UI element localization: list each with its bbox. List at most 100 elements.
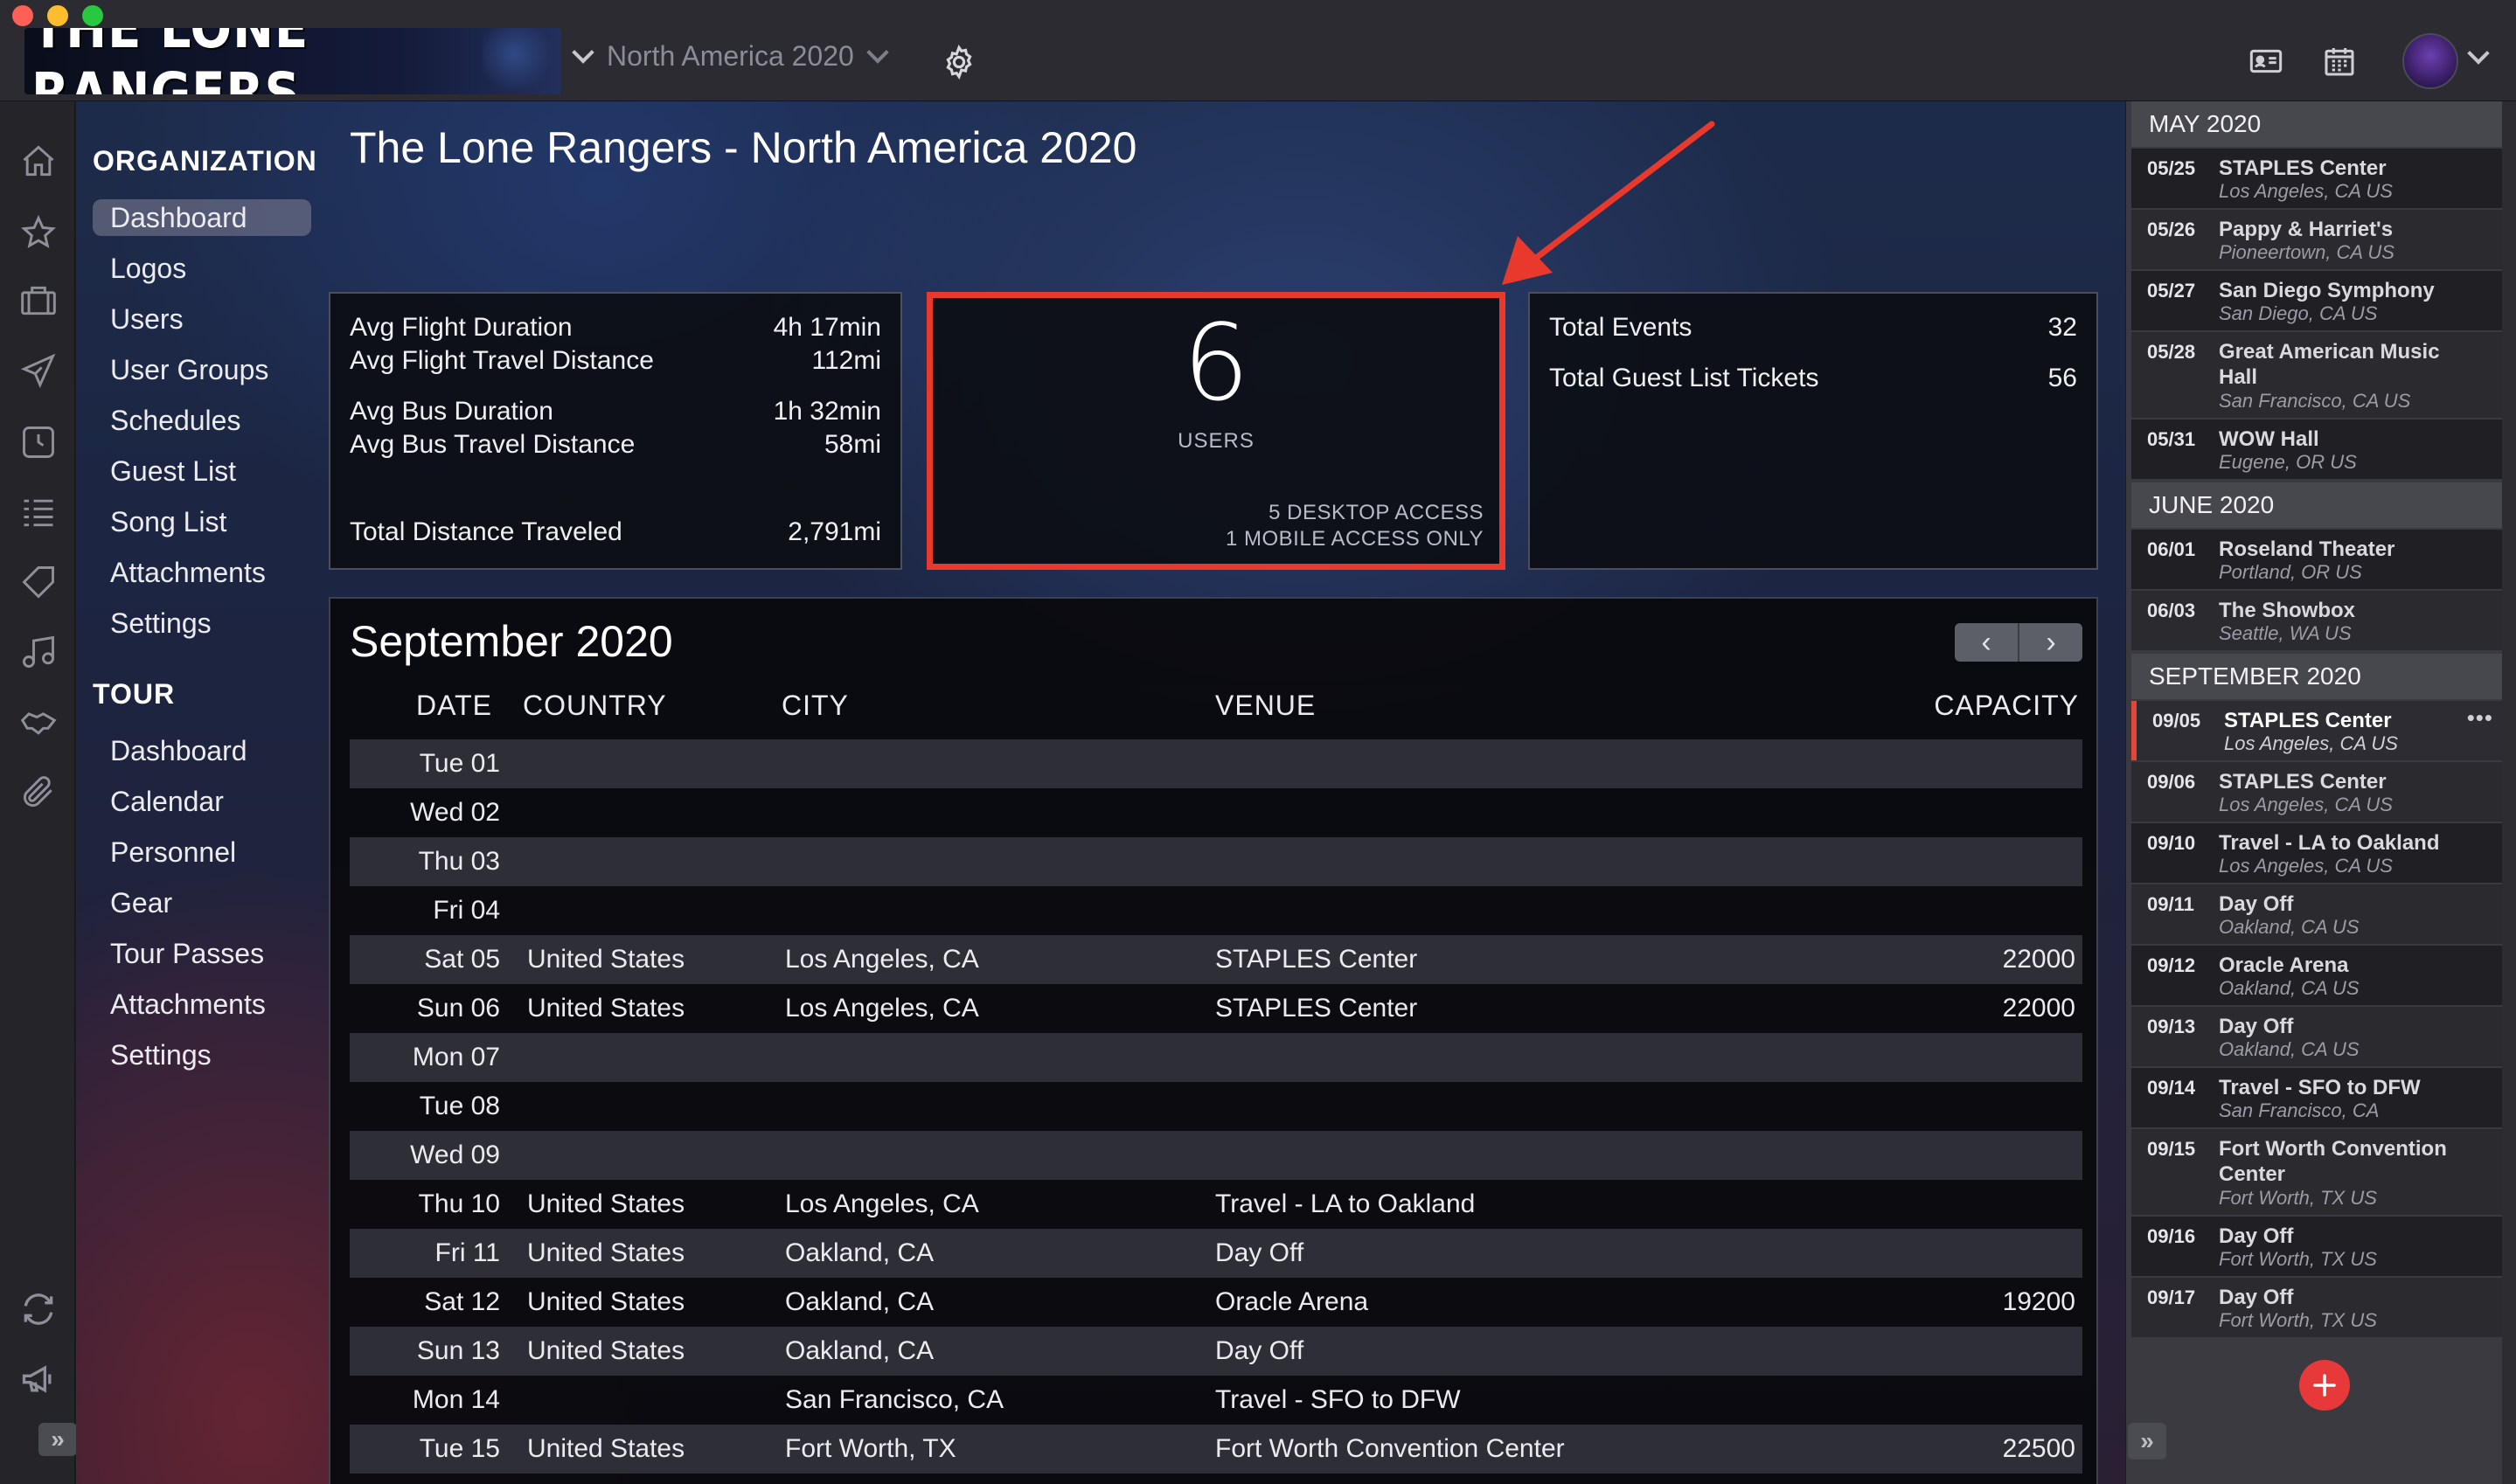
table-row[interactable]: Tue 08 (350, 1082, 2082, 1131)
cell-date: Sat 05 (424, 945, 500, 974)
event-location: Oakland, CA US (2219, 916, 2360, 938)
nav-item-gear[interactable]: Gear (93, 884, 311, 921)
table-row[interactable]: Tue 15 United States Fort Worth, TX Fort Wo… (350, 1425, 2082, 1474)
cell-country: United States (527, 1434, 685, 1463)
band-logo-text: THE LONE RANGERS (31, 28, 309, 94)
gear-icon[interactable] (941, 44, 977, 80)
nav-item-calendar[interactable]: Calendar (93, 783, 311, 820)
prev-month-button[interactable]: ‹ (1955, 623, 2019, 662)
nav-item-tour-attachments[interactable]: Attachments (93, 986, 311, 1023)
users-card[interactable]: 6 USERS 5 DESKTOP ACCESS 1 MOBILE ACCESS… (927, 292, 1505, 570)
tour-selector[interactable]: North America 2020 (572, 40, 889, 73)
next-month-button[interactable]: › (2019, 623, 2082, 662)
nav-item-tour-settings[interactable]: Settings (93, 1037, 311, 1073)
event-name: Oracle Arena (2219, 954, 2349, 977)
schedule-scrollbar[interactable] (2502, 101, 2516, 1484)
chevron-down-icon[interactable] (2467, 42, 2490, 65)
nav-item-org-attachments[interactable]: Attachments (93, 554, 311, 591)
window-maximize-button[interactable] (82, 5, 103, 26)
table-row[interactable]: Thu 03 (350, 837, 2082, 886)
table-row[interactable]: Mon 14 San Francisco, CA Travel - SFO to D… (350, 1376, 2082, 1425)
nav-item-schedules[interactable]: Schedules (93, 402, 311, 439)
col-header-city[interactable]: CITY (782, 690, 849, 722)
ticket-icon[interactable] (19, 563, 58, 601)
table-row[interactable]: Sun 13 United States Oakland, CA Day Off (350, 1327, 2082, 1376)
schedule-event[interactable]: 09/12 Oracle Arena Oakland, CA US (2131, 946, 2502, 1005)
nav-item-org-dashboard[interactable]: Dashboard (93, 199, 311, 236)
schedule-event[interactable]: 09/14 Travel - SFO to DFW San Francisco, C… (2131, 1068, 2502, 1127)
nav-item-guest-list[interactable]: Guest List (93, 453, 311, 489)
nav-item-tour-passes[interactable]: Tour Passes (93, 935, 311, 972)
nav-item-song-list[interactable]: Song List (93, 503, 311, 540)
expand-schedule-button[interactable]: » (2128, 1423, 2166, 1460)
nav-item-personnel[interactable]: Personnel (93, 834, 311, 870)
schedule-event[interactable]: 05/26 Pappy & Harriet's Pioneertown, CA US (2131, 210, 2502, 269)
schedule-event[interactable]: 09/13 Day Off Oakland, CA US (2131, 1007, 2502, 1066)
event-name: Pappy & Harriet's (2219, 218, 2394, 241)
schedule-event[interactable]: 06/03 The Showbox Seattle, WA US (2131, 591, 2502, 650)
table-row[interactable]: Sat 12 United States Oakland, CA Oracle Are… (350, 1278, 2082, 1327)
avatar[interactable] (2402, 33, 2458, 89)
music-icon[interactable] (19, 633, 58, 671)
id-card-icon[interactable] (2248, 44, 2283, 79)
nav-item-users[interactable]: Users (93, 301, 311, 337)
band-logo[interactable]: THE LONE RANGERS (24, 28, 561, 94)
nav-item-logos[interactable]: Logos (93, 250, 311, 287)
cell-venue: Travel - SFO to DFW (1215, 1385, 1461, 1414)
table-row[interactable]: Fri 11 United States Oakland, CA Day Off (350, 1229, 2082, 1278)
schedule-event[interactable]: 05/27 San Diego Symphony San Diego, CA US (2131, 271, 2502, 330)
star-icon[interactable] (19, 213, 58, 252)
table-row[interactable]: Fri 04 (350, 886, 2082, 935)
schedule-event-selected[interactable]: 09/05 STAPLES Center Los Angeles, CA US ••• (2131, 701, 2502, 760)
expand-rail-button[interactable]: » (38, 1423, 77, 1456)
schedule-event[interactable]: 05/31 WOW Hall Eugene, OR US (2131, 420, 2502, 479)
briefcase-icon[interactable] (19, 281, 58, 320)
schedule-event[interactable]: 09/11 Day Off Oakland, CA US (2131, 884, 2502, 944)
add-event-button[interactable] (2299, 1360, 2350, 1411)
paperclip-icon[interactable] (19, 773, 58, 811)
table-row[interactable]: Tue 01 (350, 739, 2082, 788)
stat-value: 58mi (824, 430, 881, 459)
schedule-event[interactable]: 09/17 Day Off Fort Worth, TX US (2131, 1278, 2502, 1337)
table-row[interactable]: Sun 06 United States Los Angeles, CA STAPLE… (350, 984, 2082, 1033)
schedule-event[interactable]: 06/01 Roseland Theater Portland, OR US (2131, 530, 2502, 589)
schedule-event[interactable]: 05/25 STAPLES Center Los Angeles, CA US (2131, 149, 2502, 208)
list-icon[interactable] (19, 493, 58, 531)
home-icon[interactable] (19, 142, 58, 181)
table-row[interactable]: Sat 05 United States Los Angeles, CA STAPLE… (350, 935, 2082, 984)
table-row[interactable]: Thu 10 United States Los Angeles, CA Travel… (350, 1180, 2082, 1229)
schedule-event[interactable]: 09/06 STAPLES Center Los Angeles, CA US (2131, 762, 2502, 822)
col-header-venue[interactable]: VENUE (1215, 690, 1316, 722)
schedule-event[interactable]: 09/16 Day Off Fort Worth, TX US (2131, 1217, 2502, 1276)
window-minimize-button[interactable] (47, 5, 68, 26)
calendar-month-title: September 2020 (350, 617, 673, 666)
event-location: Los Angeles, CA US (2219, 855, 2393, 877)
nav-item-user-groups[interactable]: User Groups (93, 351, 311, 388)
schedule-event[interactable]: 05/28 Great American Music Hall San Franci… (2131, 332, 2502, 418)
event-location: San Francisco, CA US (2219, 390, 2411, 412)
handshake-icon[interactable] (19, 703, 58, 741)
event-date: 09/10 (2147, 832, 2196, 854)
chevron-down-icon[interactable] (572, 40, 594, 64)
nav-item-tour-dashboard[interactable]: Dashboard (93, 732, 311, 769)
col-header-date[interactable]: DATE (416, 690, 492, 722)
calendar-icon[interactable] (2322, 44, 2357, 79)
plane-icon[interactable] (19, 351, 58, 390)
col-header-country[interactable]: COUNTRY (523, 690, 667, 722)
more-options-icon[interactable]: ••• (2467, 704, 2493, 732)
cell-capacity: 22000 (2002, 994, 2075, 1023)
clock-icon[interactable] (19, 423, 58, 461)
window-close-button[interactable] (12, 5, 33, 26)
megaphone-icon[interactable] (19, 1360, 58, 1398)
col-header-capacity[interactable]: CAPACITY (1934, 690, 2079, 722)
calendar-panel: September 2020 ‹ › DATE COUNTRY CITY VEN… (329, 597, 2098, 1484)
sync-icon[interactable] (19, 1290, 58, 1328)
schedule-event[interactable]: 09/15 Fort Worth Convention Center Fort Wo… (2131, 1129, 2502, 1215)
table-row[interactable]: Mon 07 (350, 1033, 2082, 1082)
table-row[interactable]: Wed 09 (350, 1131, 2082, 1180)
cell-city: Los Angeles, CA (785, 1189, 979, 1218)
nav-item-org-settings[interactable]: Settings (93, 605, 311, 641)
event-name: Great American Music Hall (2219, 340, 2440, 389)
schedule-event[interactable]: 09/10 Travel - LA to Oakland Los Angeles, … (2131, 823, 2502, 883)
table-row[interactable]: Wed 02 (350, 788, 2082, 837)
